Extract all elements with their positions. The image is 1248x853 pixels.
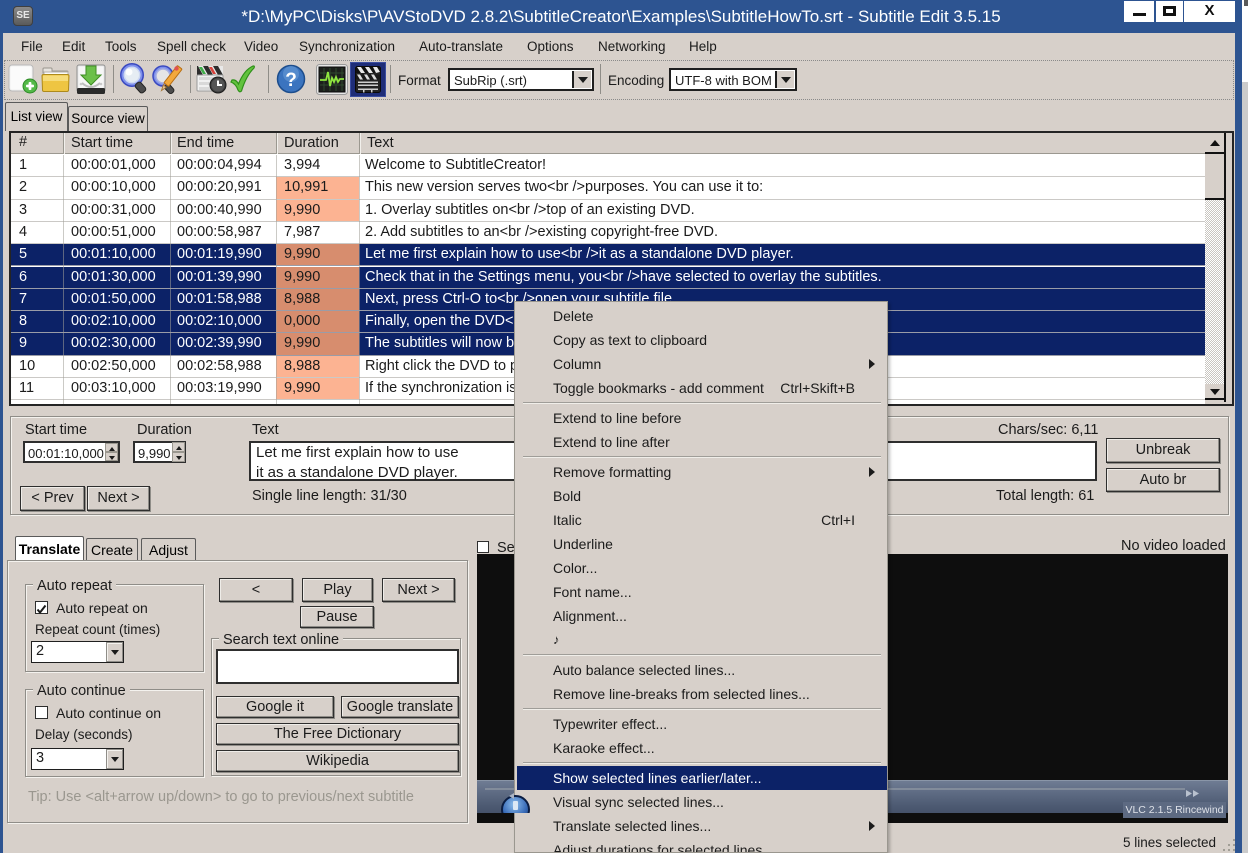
svg-text:?: ?: [285, 70, 297, 91]
